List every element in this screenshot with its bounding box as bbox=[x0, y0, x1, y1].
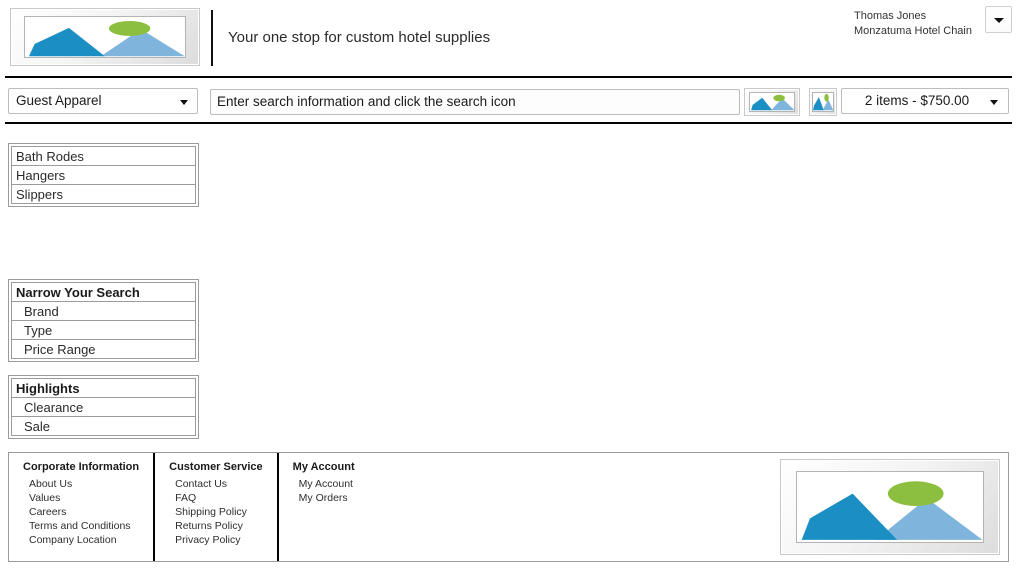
footer-logo-image[interactable] bbox=[780, 459, 1000, 555]
landscape-placeholder-icon bbox=[812, 93, 834, 111]
cart-summary-label: 2 items - $750.00 bbox=[864, 93, 970, 108]
landscape-placeholder-icon bbox=[25, 16, 185, 58]
highlights-item-sale[interactable]: Sale bbox=[11, 416, 196, 436]
user-info: Thomas Jones Monzatuma Hotel Chain bbox=[854, 9, 972, 39]
footer-link-terms-and-conditions[interactable]: Terms and Conditions bbox=[23, 519, 139, 533]
tagline: Your one stop for custom hotel supplies bbox=[228, 29, 491, 46]
narrow-search-item-price-range[interactable]: Price Range bbox=[11, 339, 196, 359]
search-icon-inner bbox=[748, 92, 796, 112]
header-logo-image[interactable] bbox=[10, 8, 200, 66]
cart-icon-inner bbox=[811, 92, 835, 112]
footer-column-corporate-information: Corporate Information About Us Values Ca… bbox=[9, 453, 156, 561]
footer-column-title: My Account bbox=[292, 461, 355, 473]
chevron-down-icon bbox=[993, 17, 1004, 23]
footer-link-values[interactable]: Values bbox=[23, 491, 139, 505]
cart-icon[interactable] bbox=[809, 88, 837, 116]
user-menu-button[interactable] bbox=[985, 6, 1012, 33]
footer-link-contact-us[interactable]: Contact Us bbox=[169, 477, 263, 491]
footer-link-faq[interactable]: FAQ bbox=[169, 491, 263, 505]
narrow-search-panel: Narrow Your Search Brand Type Price Rang… bbox=[8, 279, 199, 362]
landscape-placeholder-icon bbox=[749, 93, 795, 111]
footer-column-customer-service: Customer Service Contact Us FAQ Shipping… bbox=[155, 453, 279, 561]
chevron-down-icon bbox=[180, 100, 188, 105]
sidebar-item-slippers[interactable]: Slippers bbox=[11, 184, 196, 204]
footer-link-company-location[interactable]: Company Location bbox=[23, 533, 139, 547]
search-divider-bottom bbox=[5, 122, 1012, 124]
category-select[interactable]: Guest Apparel bbox=[8, 88, 198, 114]
page-header: Your one stop for custom hotel supplies … bbox=[0, 0, 1017, 76]
cart-summary-select[interactable]: 2 items - $750.00 bbox=[841, 88, 1009, 114]
narrow-search-title: Narrow Your Search bbox=[11, 282, 196, 302]
sidebar-item-bath-rodes[interactable]: Bath Rodes bbox=[11, 146, 196, 166]
footer-link-shipping-policy[interactable]: Shipping Policy bbox=[169, 505, 263, 519]
footer-column-my-account: My Account My Account My Orders bbox=[279, 453, 369, 561]
chevron-down-icon bbox=[990, 100, 998, 105]
user-name: Thomas Jones bbox=[853, 10, 927, 22]
header-divider-top bbox=[5, 76, 1012, 78]
header-logo-inner bbox=[24, 15, 186, 59]
category-select-value: Guest Apparel bbox=[16, 93, 102, 108]
footer-link-my-orders[interactable]: My Orders bbox=[293, 491, 355, 505]
footer-column-title: Customer Service bbox=[169, 461, 263, 473]
highlights-title: Highlights bbox=[11, 378, 196, 398]
search-input[interactable]: Enter search information and click the s… bbox=[210, 89, 740, 115]
category-list-panel: Bath Rodes Hangers Slippers bbox=[8, 143, 199, 207]
sidebar-item-hangers[interactable]: Hangers bbox=[11, 165, 196, 185]
highlights-panel: Highlights Clearance Sale bbox=[8, 375, 199, 439]
search-toolbar: Guest Apparel Enter search information a… bbox=[0, 86, 1017, 118]
footer-column-title: Corporate Information bbox=[23, 461, 140, 473]
footer-link-about-us[interactable]: About Us bbox=[23, 477, 139, 491]
user-organization: Monzatuma Hotel Chain bbox=[853, 25, 972, 37]
footer-link-privacy-policy[interactable]: Privacy Policy bbox=[169, 533, 263, 547]
footer-link-returns-policy[interactable]: Returns Policy bbox=[169, 519, 263, 533]
search-icon[interactable] bbox=[744, 88, 800, 116]
footer-columns: Corporate Information About Us Values Ca… bbox=[9, 453, 369, 561]
header-vertical-divider bbox=[211, 10, 213, 66]
landscape-placeholder-icon bbox=[797, 472, 983, 542]
footer-logo-inner bbox=[796, 471, 984, 543]
narrow-search-item-brand[interactable]: Brand bbox=[11, 301, 196, 321]
highlights-item-clearance[interactable]: Clearance bbox=[11, 397, 196, 417]
footer-link-careers[interactable]: Careers bbox=[23, 505, 139, 519]
page-footer: Corporate Information About Us Values Ca… bbox=[8, 452, 1009, 562]
footer-link-my-account[interactable]: My Account bbox=[293, 477, 355, 491]
narrow-search-item-type[interactable]: Type bbox=[11, 320, 196, 340]
